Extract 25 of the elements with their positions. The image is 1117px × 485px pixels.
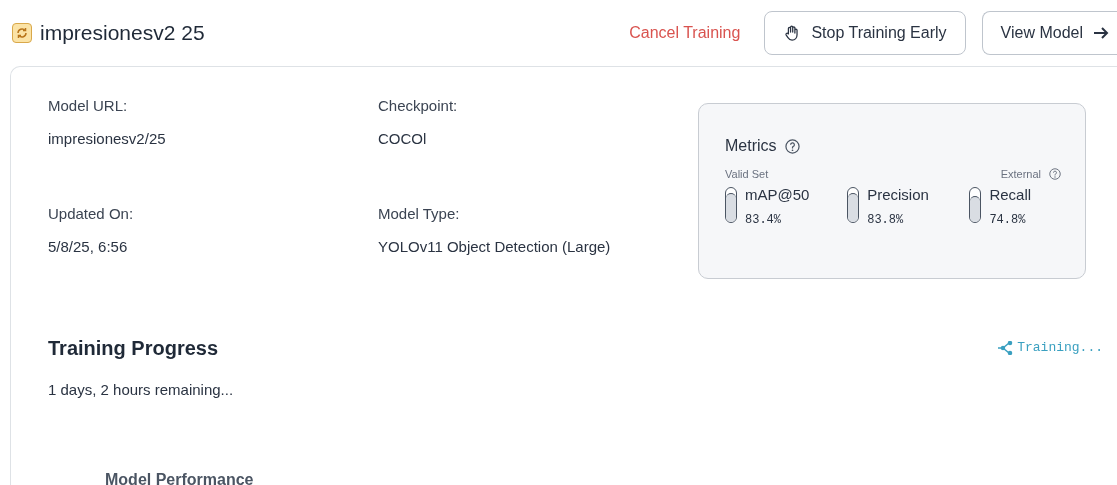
field-value: COCOl [378,128,428,149]
field-value: YOLOv11 Object Detection (Large) [378,236,612,257]
model-title: impresionesv2 25 [40,20,205,47]
valid-set-caption: Valid Set [725,167,769,182]
metric-reading: 74.8% [989,212,1027,229]
metric-reading: 83.8% [867,212,905,229]
field-label: Updated On: [48,204,135,224]
remaining-time: 1 days, 2 hours remaining... [48,380,235,400]
metric-name: Precision [867,186,929,203]
view-model-button[interactable]: View Model [981,11,1117,55]
section-title: Model Performance [105,469,255,485]
field-value: impresionesv2/25 [48,128,167,149]
metric-name: Recall [989,186,1032,203]
metric-reading: 83.4% [745,212,782,229]
stop-button[interactable]: Stop Training Early [764,11,966,55]
training-status: Training... [1017,339,1103,358]
section-title: Training Progress [48,336,219,361]
field-value: 5/8/25, 6:56 [48,236,129,257]
metrics-title: Metrics [725,136,777,156]
metric-name: mAP@50 [745,186,810,203]
field-label: Checkpoint: [378,96,459,116]
field-label: Model Type: [378,204,461,224]
external-caption: External [1000,167,1041,182]
cancel-link[interactable]: Cancel Training [613,21,757,45]
field-label: Model URL: [48,96,129,116]
